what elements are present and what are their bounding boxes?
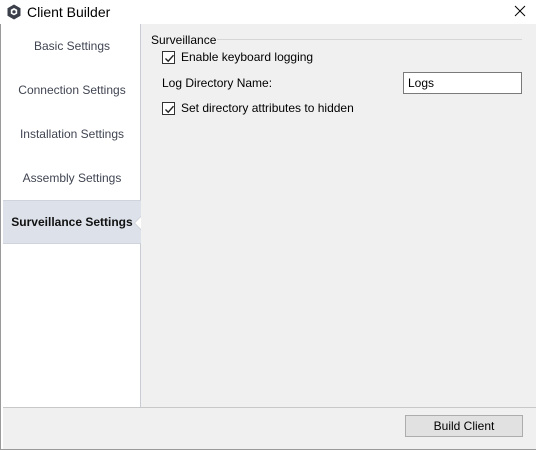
sidebar-item-label: Basic Settings — [33, 39, 111, 53]
close-button[interactable] — [503, 0, 537, 24]
hidden-attributes-label: Set directory attributes to hidden — [181, 101, 354, 115]
sidebar-item-label: Installation Settings — [19, 127, 125, 141]
close-icon — [514, 5, 526, 20]
sidebar-item-basic-settings[interactable]: Basic Settings — [3, 24, 141, 68]
sidebar-item-label: Assembly Settings — [22, 171, 122, 185]
app-hexagon-icon — [6, 4, 22, 20]
sidebar-item-surveillance-settings[interactable]: Surveillance Settings — [3, 200, 142, 244]
keylog-option[interactable]: Enable keyboard logging — [162, 50, 313, 64]
checkmark-icon — [165, 105, 175, 113]
surveillance-panel: Surveillance Enable keyboard logging Log… — [141, 24, 536, 407]
sidebar-item-installation-settings[interactable]: Installation Settings — [3, 112, 141, 156]
checkmark-icon — [165, 54, 175, 62]
keylog-checkbox[interactable] — [162, 50, 175, 64]
hidden-option[interactable]: Set directory attributes to hidden — [162, 101, 354, 115]
settings-sidebar: Basic Settings Connection Settings Insta… — [3, 24, 142, 407]
window-title: Client Builder — [27, 4, 111, 20]
sidebar-item-assembly-settings[interactable]: Assembly Settings — [3, 156, 141, 200]
sidebar-item-label: Connection Settings — [18, 83, 126, 97]
title-bar: Client Builder — [0, 0, 537, 24]
sidebar-item-connection-settings[interactable]: Connection Settings — [3, 68, 141, 112]
group-divider — [217, 39, 522, 40]
sidebar-item-label: Surveillance Settings — [11, 215, 133, 229]
build-client-button[interactable]: Build Client — [405, 415, 523, 437]
log-directory-input[interactable] — [403, 72, 522, 94]
group-title: Surveillance — [151, 33, 217, 47]
hidden-attributes-checkbox[interactable] — [162, 101, 175, 115]
footer-bar: Build Client — [3, 407, 536, 449]
log-directory-label: Log Directory Name: — [162, 76, 273, 90]
keylog-label: Enable keyboard logging — [181, 50, 314, 64]
